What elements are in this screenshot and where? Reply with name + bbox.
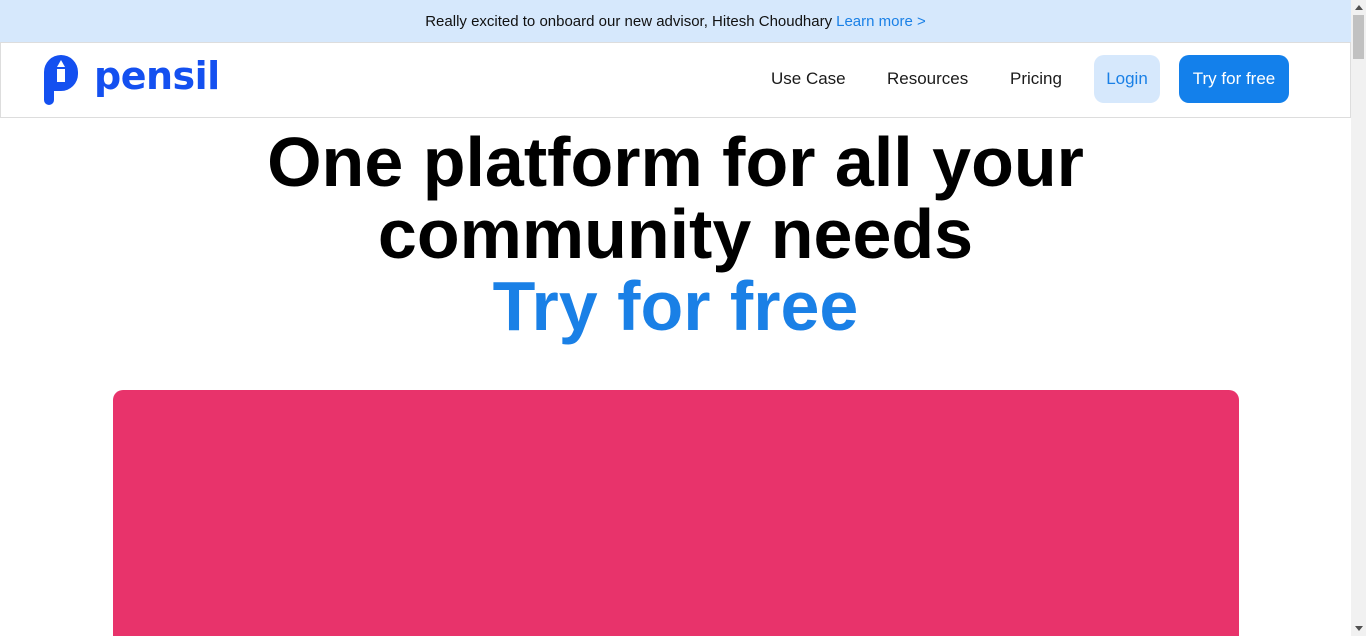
pensil-logo-icon: [44, 55, 78, 105]
scroll-up-arrow-icon[interactable]: [1351, 0, 1366, 15]
hero-media-panel: [113, 390, 1239, 636]
hero-heading-line-2: community needs: [377, 195, 974, 273]
try-for-free-button[interactable]: Try for free: [1179, 55, 1289, 103]
nav-pricing[interactable]: Pricing: [1010, 55, 1062, 103]
brand-logo[interactable]: pensil: [44, 55, 220, 105]
announcement-text: Really excited to onboard our new adviso…: [425, 12, 833, 30]
hero-try-for-free-link[interactable]: Try for free: [493, 270, 859, 342]
top-navbar: pensil Use Case Resources Pricing Login …: [0, 42, 1351, 118]
learn-more-link[interactable]: Learn more >: [836, 13, 926, 30]
nav-resources[interactable]: Resources: [887, 55, 968, 103]
vertical-scrollbar[interactable]: [1351, 0, 1366, 636]
login-button[interactable]: Login: [1094, 55, 1160, 103]
brand-name: pensil: [94, 54, 220, 98]
scroll-down-arrow-icon[interactable]: [1351, 621, 1366, 636]
nav-use-case[interactable]: Use Case: [771, 55, 846, 103]
hero-section: One platform for all your community need…: [0, 118, 1351, 342]
hero-heading-line-1: One platform for all your: [267, 123, 1084, 201]
scrollbar-thumb[interactable]: [1353, 15, 1364, 59]
announcement-bar: Really excited to onboard our new adviso…: [0, 0, 1351, 42]
